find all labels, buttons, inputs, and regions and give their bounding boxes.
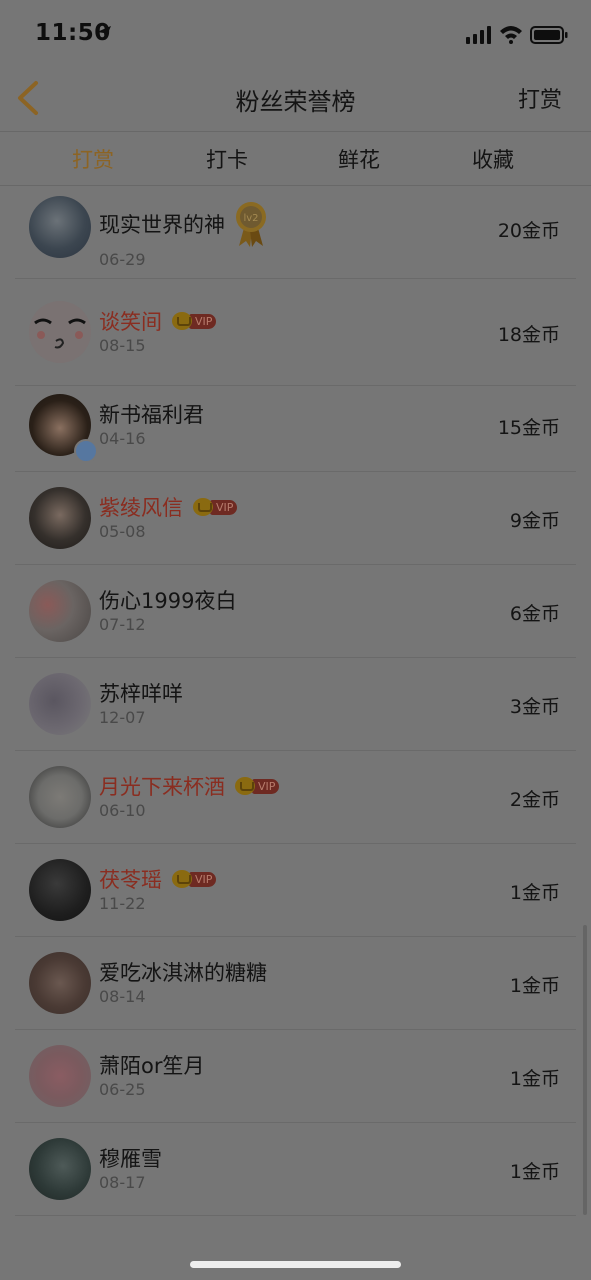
- date-label: 06-29: [99, 250, 146, 269]
- user-name: 萧陌or笙月: [99, 1054, 205, 1078]
- date-label: 04-16: [99, 429, 146, 448]
- user-name: 现实世界的神: [99, 213, 225, 237]
- date-label: 12-07: [99, 708, 146, 727]
- list-item[interactable]: 穆雁雪 08-17 1金币: [0, 1123, 591, 1216]
- crown-icon: [172, 312, 192, 330]
- avatar: [29, 952, 91, 1014]
- cellular-signal-icon: [466, 26, 491, 44]
- nav-bar: 粉丝荣誉榜 打赏: [0, 70, 591, 130]
- coin-amount: 20金币: [497, 220, 560, 242]
- list-item[interactable]: 新书福利君 04-16 15金币: [0, 379, 591, 472]
- page-title: 粉丝荣誉榜: [235, 88, 356, 116]
- wifi-icon: [500, 26, 522, 44]
- coin-amount: 6金币: [509, 603, 560, 625]
- user-name: 月光下来杯酒: [99, 775, 225, 799]
- vip-label: VIP: [189, 313, 217, 329]
- tab-checkin[interactable]: 打卡: [206, 144, 248, 174]
- date-label: 06-25: [99, 1080, 146, 1099]
- crown-icon: [172, 870, 192, 888]
- coin-amount: 9金币: [509, 510, 560, 532]
- home-indicator[interactable]: [190, 1261, 401, 1268]
- vip-badge: VIP: [172, 312, 217, 330]
- user-name: 苏梓咩咩: [99, 682, 183, 706]
- date-label: 05-08: [99, 522, 146, 541]
- location-arrow-icon: [97, 26, 111, 40]
- avatar: [29, 766, 91, 828]
- user-name: 紫绫风信: [99, 496, 183, 520]
- avatar: [29, 301, 91, 363]
- status-bar: 11:50: [0, 0, 591, 70]
- list-item[interactable]: 苏梓咩咩 12-07 3金币: [0, 658, 591, 751]
- user-name: 穆雁雪: [99, 1147, 162, 1171]
- coin-amount: 15金币: [497, 417, 560, 439]
- list-item[interactable]: 茯苓瑶 VIP 11-22 1金币: [0, 844, 591, 937]
- vip-label: VIP: [189, 871, 217, 887]
- vip-badge: VIP: [235, 777, 280, 795]
- avatar: [29, 1138, 91, 1200]
- coin-amount: 2金币: [509, 789, 560, 811]
- tab-bar: 打赏 打卡 鲜花 收藏: [0, 132, 591, 184]
- date-label: 08-14: [99, 987, 146, 1006]
- date-label: 08-17: [99, 1173, 146, 1192]
- list-item[interactable]: 爱吃冰淇淋的糖糖 08-14 1金币: [0, 937, 591, 1030]
- date-label: 11-22: [99, 894, 146, 913]
- crown-icon: [193, 498, 213, 516]
- coin-amount: 1金币: [509, 1068, 560, 1090]
- row-divider: [15, 278, 576, 279]
- list-item[interactable]: 萧陌or笙月 06-25 1金币: [0, 1030, 591, 1123]
- row-divider: [15, 1215, 576, 1216]
- avatar: [29, 487, 91, 549]
- coin-amount: 1金币: [509, 975, 560, 997]
- avatar-face-icon: [34, 318, 86, 349]
- reward-button[interactable]: 打赏: [518, 82, 562, 114]
- list-item[interactable]: 谈笑间 VIP 08-15 18金币: [0, 286, 591, 386]
- avatar: [29, 1045, 91, 1107]
- user-name: 谈笑间: [99, 310, 162, 334]
- avatar: [29, 196, 91, 258]
- vip-badge: VIP: [193, 498, 238, 516]
- scrollbar[interactable]: [583, 925, 587, 1215]
- tab-reward[interactable]: 打赏: [72, 144, 114, 174]
- avatar: [29, 673, 91, 735]
- level-medal-icon: lv2: [236, 202, 266, 247]
- user-name: 伤心1999夜白: [99, 589, 237, 613]
- user-name: 茯苓瑶: [99, 868, 162, 892]
- avatar: [29, 859, 91, 921]
- date-label: 08-15: [99, 336, 146, 355]
- date-label: 06-10: [99, 801, 146, 820]
- list-item[interactable]: 现实世界的神 lv2 06-29 20金币: [0, 186, 591, 279]
- crown-icon: [235, 777, 255, 795]
- verified-badge-icon: [74, 439, 98, 463]
- tab-flowers[interactable]: 鲜花: [338, 144, 380, 174]
- user-name: 爱吃冰淇淋的糖糖: [99, 961, 267, 985]
- list-item[interactable]: 伤心1999夜白 07-12 6金币: [0, 565, 591, 658]
- user-name: 新书福利君: [99, 403, 204, 427]
- list-item[interactable]: 月光下来杯酒 VIP 06-10 2金币: [0, 751, 591, 844]
- vip-label: VIP: [252, 778, 280, 794]
- vip-label: VIP: [210, 499, 238, 515]
- tab-favorites[interactable]: 收藏: [472, 144, 514, 174]
- avatar: [29, 580, 91, 642]
- vip-badge: VIP: [172, 870, 217, 888]
- coin-amount: 1金币: [509, 882, 560, 904]
- coin-amount: 18金币: [497, 324, 560, 346]
- coin-amount: 1金币: [509, 1161, 560, 1183]
- coin-amount: 3金币: [509, 696, 560, 718]
- medal-level-text: lv2: [243, 213, 258, 224]
- list-item[interactable]: 紫绫风信 VIP 05-08 9金币: [0, 472, 591, 565]
- date-label: 07-12: [99, 615, 146, 634]
- battery-icon: [530, 26, 568, 44]
